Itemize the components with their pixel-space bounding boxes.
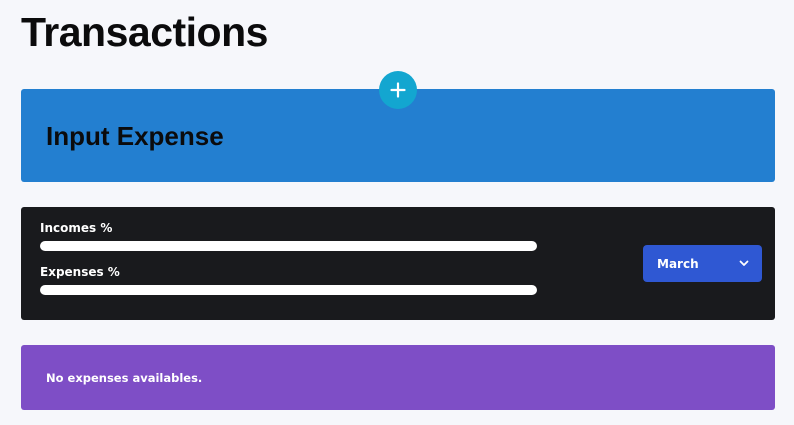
input-expense-title: Input Expense: [46, 121, 224, 151]
stats-card: Incomes % Expenses % March: [21, 207, 775, 320]
month-select-value: March: [657, 256, 699, 271]
page-title: Transactions: [21, 9, 268, 55]
incomes-label: Incomes %: [40, 221, 113, 235]
expenses-progress-bar: [40, 285, 537, 295]
chevron-down-icon: [739, 260, 749, 267]
month-select[interactable]: March: [643, 245, 762, 282]
expenses-list-empty: No expenses availables.: [21, 345, 775, 410]
empty-message: No expenses availables.: [46, 371, 203, 385]
incomes-progress-bar: [40, 241, 537, 251]
plus-icon: [390, 82, 406, 98]
add-expense-button[interactable]: [379, 71, 417, 109]
expenses-label: Expenses %: [40, 265, 120, 279]
